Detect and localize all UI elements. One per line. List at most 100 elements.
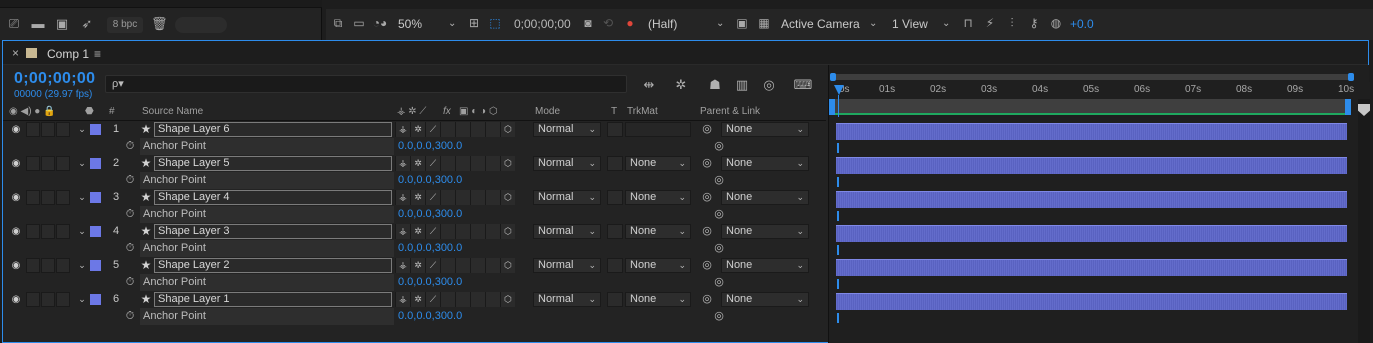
label-color-swatch[interactable] bbox=[90, 192, 101, 203]
viewer-timecode[interactable]: 0;00;00;00 bbox=[514, 16, 571, 32]
frame-blend-switch[interactable] bbox=[455, 292, 470, 307]
quality-switch-icon[interactable]: ⟋ bbox=[425, 258, 440, 273]
layer-row[interactable]: ◉ ⌄ 5 ★ Shape Layer 2 ⚶ ✲ ⟋ ⬡ Normal ⌄ No… bbox=[3, 257, 826, 274]
track-matte-select[interactable]: None ⌄ bbox=[625, 190, 691, 205]
show-snapshot-icon[interactable]: ⟲ bbox=[601, 15, 615, 31]
solo-switch[interactable] bbox=[41, 122, 55, 137]
solo-switch[interactable] bbox=[41, 258, 55, 273]
view-layout-select[interactable]: 1 View bbox=[892, 16, 928, 32]
adjustment-switch[interactable] bbox=[485, 156, 500, 171]
parent-select[interactable]: None ⌄ bbox=[721, 156, 809, 171]
chevron-down-icon[interactable]: ⌄ bbox=[716, 16, 724, 32]
comp-mini-flowchart-icon[interactable]: ⇹ bbox=[639, 76, 659, 94]
visibility-eye-icon[interactable]: ◉ bbox=[9, 291, 23, 308]
track-matte-select[interactable]: None ⌄ bbox=[625, 224, 691, 239]
layer-duration-bar[interactable] bbox=[836, 293, 1347, 310]
visibility-eye-icon[interactable]: ◉ bbox=[9, 257, 23, 274]
quality-switch-icon[interactable]: ⟋ bbox=[425, 190, 440, 205]
effects-switch[interactable] bbox=[440, 156, 455, 171]
project-search-field[interactable] bbox=[175, 17, 227, 33]
layer-search-input[interactable]: ρ▾ bbox=[105, 75, 627, 93]
label-color-swatch[interactable] bbox=[90, 158, 101, 169]
effects-switch[interactable] bbox=[440, 258, 455, 273]
blend-mode-select[interactable]: Normal ⌄ bbox=[533, 224, 601, 239]
layer-name-field[interactable]: Shape Layer 5 bbox=[154, 156, 392, 171]
work-area-start-handle[interactable] bbox=[829, 99, 835, 115]
shy-layers-icon[interactable]: ☗ bbox=[705, 76, 725, 94]
exposure-value[interactable]: +0.0 bbox=[1070, 16, 1094, 32]
motion-blur-switch[interactable] bbox=[470, 258, 485, 273]
track-matte-select[interactable]: None ⌄ bbox=[625, 258, 691, 273]
current-time-display[interactable]: 0;00;00;00 bbox=[14, 70, 95, 88]
pick-whip-icon[interactable]: ◎ bbox=[700, 257, 714, 274]
pick-whip-icon[interactable]: ◎ bbox=[712, 206, 726, 223]
audio-switch[interactable] bbox=[26, 258, 40, 273]
lock-switch[interactable] bbox=[56, 258, 70, 273]
trash-icon[interactable]: 🗑 bbox=[151, 16, 168, 32]
audio-switch[interactable] bbox=[26, 224, 40, 239]
stopwatch-icon[interactable]: ⏱ bbox=[123, 240, 137, 257]
lock-switch[interactable] bbox=[56, 292, 70, 307]
adjustment-switch[interactable] bbox=[485, 190, 500, 205]
shy-switch-icon[interactable]: ⚶ bbox=[395, 122, 410, 137]
label-color-swatch[interactable] bbox=[90, 260, 101, 271]
layer-name-field[interactable]: Shape Layer 6 bbox=[154, 122, 392, 137]
anchor-point-value[interactable]: 0.0,0.0,300.0 bbox=[398, 274, 462, 291]
anchor-point-value[interactable]: 0.0,0.0,300.0 bbox=[398, 206, 462, 223]
visibility-eye-icon[interactable]: ◉ bbox=[9, 189, 23, 206]
quality-switch-icon[interactable]: ⟋ bbox=[425, 292, 440, 307]
parent-select[interactable]: None ⌄ bbox=[721, 292, 809, 307]
frame-blend-switch[interactable] bbox=[455, 156, 470, 171]
tab-comp-1[interactable]: Comp 1 bbox=[47, 47, 89, 61]
quality-switch-icon[interactable]: ⟋ bbox=[425, 156, 440, 171]
camera-select[interactable]: Active Camera bbox=[781, 16, 860, 32]
collapse-switch-icon[interactable]: ✲ bbox=[410, 156, 425, 171]
preserve-transparency-toggle[interactable] bbox=[607, 224, 623, 239]
vr-goggles-icon[interactable]: ◔◕ bbox=[372, 15, 388, 31]
chevron-down-icon[interactable]: ⌄ bbox=[76, 257, 88, 274]
track-matte-select[interactable]: None ⌄ bbox=[625, 156, 691, 171]
frame-blend-switch[interactable] bbox=[455, 122, 470, 137]
pick-whip-icon[interactable]: ◎ bbox=[700, 121, 714, 138]
layer-duration-bar[interactable] bbox=[836, 123, 1347, 140]
layer-row[interactable]: ◉ ⌄ 3 ★ Shape Layer 4 ⚶ ✲ ⟋ ⬡ Normal ⌄ No… bbox=[3, 189, 826, 206]
resolution-select[interactable]: (Half) bbox=[648, 16, 677, 32]
time-ruler[interactable]: 0s 01s 02s 03s 04s 05s 06s 07s 08s 09s 1… bbox=[829, 82, 1370, 99]
blend-mode-select[interactable]: Normal ⌄ bbox=[533, 258, 601, 273]
adjustment-switch[interactable] bbox=[485, 122, 500, 137]
shy-switch-icon[interactable]: ⚶ bbox=[395, 156, 410, 171]
quality-switch-icon[interactable]: ⟋ bbox=[425, 122, 440, 137]
blend-mode-select[interactable]: Normal ⌄ bbox=[533, 190, 601, 205]
frame-blending-icon[interactable]: ▥ bbox=[732, 76, 752, 94]
chevron-down-icon[interactable]: ⌄ bbox=[448, 16, 456, 32]
motion-blur-switch[interactable] bbox=[470, 122, 485, 137]
solo-switch[interactable] bbox=[41, 190, 55, 205]
collapse-switch-icon[interactable]: ✲ bbox=[410, 190, 425, 205]
layer-duration-bar[interactable] bbox=[836, 191, 1347, 208]
lock-switch[interactable] bbox=[56, 190, 70, 205]
flowchart-view-icon[interactable]: ⚷ bbox=[1026, 15, 1042, 31]
preserve-transparency-toggle[interactable] bbox=[607, 156, 623, 171]
shy-switch-icon[interactable]: ⚶ bbox=[395, 258, 410, 273]
work-area-bar[interactable] bbox=[829, 99, 1351, 115]
fit-frame-icon[interactable]: ⊞ bbox=[466, 15, 482, 31]
preserve-transparency-toggle[interactable] bbox=[607, 122, 623, 137]
track-matte-select[interactable]: None ⌄ bbox=[625, 292, 691, 307]
3d-layer-icon[interactable]: ⬡ bbox=[500, 258, 515, 273]
always-preview-icon[interactable]: ⧉ bbox=[330, 15, 346, 31]
layer-row[interactable]: ◉ ⌄ 1 ★ Shape Layer 6 ⚶ ✲ ⟋ ⬡ Normal ⌄ ◎ bbox=[3, 121, 826, 138]
layer-duration-bar[interactable] bbox=[836, 259, 1347, 276]
stopwatch-icon[interactable]: ⏱ bbox=[123, 308, 137, 325]
pick-whip-icon[interactable]: ◎ bbox=[712, 172, 726, 189]
anchor-point-value[interactable]: 0.0,0.0,300.0 bbox=[398, 240, 462, 257]
pick-whip-icon[interactable]: ◎ bbox=[712, 308, 726, 325]
pick-whip-icon[interactable]: ◎ bbox=[712, 240, 726, 257]
solo-switch[interactable] bbox=[41, 224, 55, 239]
3d-layer-icon[interactable]: ⬡ bbox=[500, 224, 515, 239]
stopwatch-icon[interactable]: ⏱ bbox=[123, 138, 137, 155]
solo-switch[interactable] bbox=[41, 292, 55, 307]
time-navigator[interactable] bbox=[830, 73, 1354, 81]
flowchart-icon[interactable]: ➶ bbox=[79, 16, 95, 32]
layer-name-field[interactable]: Shape Layer 1 bbox=[154, 292, 392, 307]
parent-select[interactable]: None ⌄ bbox=[721, 258, 809, 273]
